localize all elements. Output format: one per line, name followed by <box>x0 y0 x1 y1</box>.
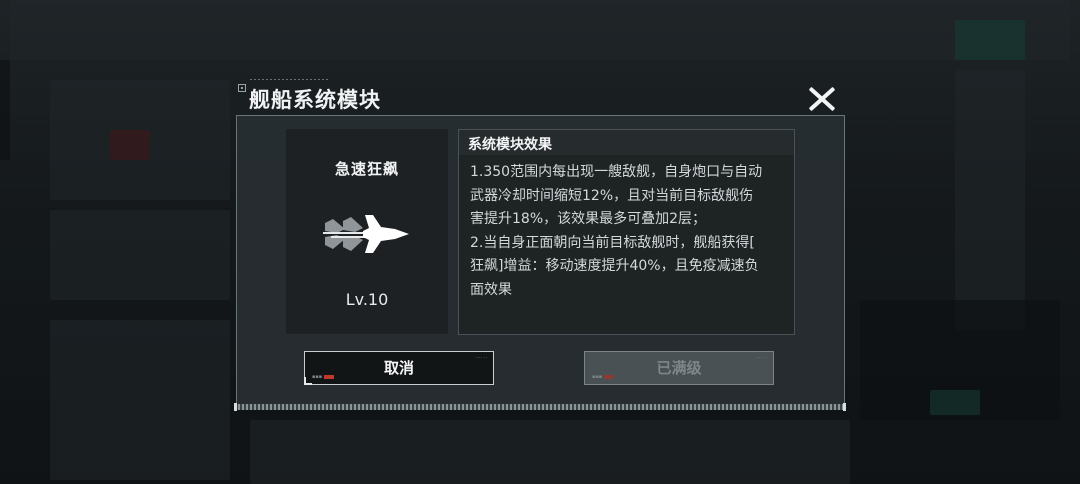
dialog-title: 舰船系统模块 <box>249 88 381 112</box>
button-decoration-tag: ▪▪▪ <box>312 374 335 380</box>
jet-boost-icon <box>323 215 409 253</box>
module-name: 急速狂飙 <box>334 160 399 178</box>
button-decoration-tag: ▪▪▪ <box>592 374 615 380</box>
effect-card: 系统模块效果 1.350范围内每出现一艘敌舰，自身炮口与自动 武器冷却时间缩短1… <box>458 129 795 335</box>
panel-bottom-decoration <box>234 403 846 411</box>
button-decoration-dots: ···· ·· <box>755 355 767 361</box>
button-decoration-dots: ···· ·· <box>475 355 487 361</box>
max-level-button[interactable]: 已满级 ···· ·· ▪▪▪ <box>584 351 774 385</box>
cancel-button[interactable]: 取消 ···· ·· ▪▪▪ <box>304 351 494 385</box>
module-level: Lv.10 <box>345 290 389 309</box>
title-decoration-line <box>250 79 330 80</box>
module-card: 急速狂飙 Lv.10 <box>286 129 448 334</box>
max-level-button-label: 已满级 <box>656 359 702 377</box>
effect-description: 1.350范围内每出现一艘敌舰，自身炮口与自动 武器冷却时间缩短12%，且对当前… <box>470 164 763 298</box>
close-button[interactable] <box>808 85 836 113</box>
cancel-button-label: 取消 <box>383 359 414 377</box>
title-corner-mark <box>238 84 246 92</box>
effect-title: 系统模块效果 <box>468 137 552 153</box>
